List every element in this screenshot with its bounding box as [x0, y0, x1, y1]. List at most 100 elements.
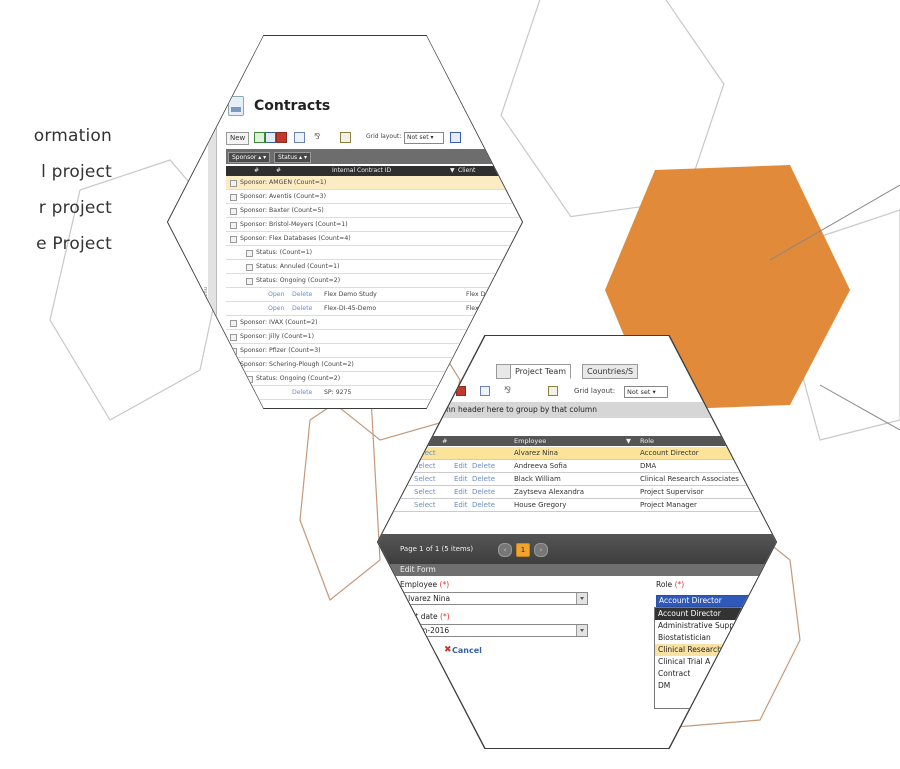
expand-icon[interactable]: [246, 250, 253, 257]
group-row-text: Status: (Count=1): [256, 249, 313, 256]
columns-icon[interactable]: [480, 386, 490, 396]
expand-icon[interactable]: [246, 264, 253, 271]
role-cell: Clinical Research Associates: [640, 475, 739, 483]
table-row[interactable]: Select Alvarez Nina Account Director: [378, 447, 776, 460]
select-link[interactable]: Select: [414, 499, 436, 511]
expand-icon[interactable]: [230, 180, 237, 187]
delete-link[interactable]: Delete: [292, 288, 312, 301]
role-cell: DMA: [640, 462, 657, 470]
table-row[interactable]: Sponsor: AMGEN (Count=1): [226, 176, 522, 190]
delete-link[interactable]: Delete: [292, 302, 312, 315]
table-row[interactable]: Sponsor: Bristol-Meyers (Count=1): [226, 218, 522, 232]
grid-layout-select[interactable]: Not set ▾: [624, 386, 668, 398]
edit-link[interactable]: Edit: [454, 486, 468, 498]
expand-icon[interactable]: [230, 334, 237, 341]
group-chip-sponsor[interactable]: Sponsor ▴ ▾: [228, 152, 271, 163]
grid-layout-label: Grid layout:: [366, 133, 402, 140]
cancel-x-icon[interactable]: ✖: [444, 645, 452, 655]
start-date-field[interactable]: 20-Jun-2016: [400, 624, 588, 637]
table-row[interactable]: Select Edit Delete Andreeva Sofia DMA: [378, 460, 776, 473]
grid-layout-value: Not set: [627, 388, 651, 396]
required-mark: (*): [674, 580, 685, 589]
delete-link[interactable]: Delete: [472, 499, 495, 511]
col-header-number[interactable]: #: [442, 436, 447, 446]
table-row[interactable]: Open Delete Flex Demo Study Flex Databa: [226, 288, 522, 302]
collapse-icon[interactable]: [230, 236, 237, 243]
grid-layout-label: Grid layout:: [574, 387, 616, 395]
table-row[interactable]: Sponsor: Aventis (Count=3): [226, 190, 522, 204]
columns-icon[interactable]: [294, 132, 305, 143]
table-row[interactable]: Select Edit Delete House Gregory Project…: [378, 499, 776, 512]
edit-link[interactable]: Edit: [454, 473, 468, 485]
grid-layout-value: Not set: [407, 134, 429, 141]
cancel-button[interactable]: Cancel: [452, 646, 482, 655]
filter-mark-icon[interactable]: ▼: [450, 166, 455, 176]
grid-layout-select[interactable]: Not set ▾: [404, 132, 444, 144]
open-link[interactable]: Open: [268, 288, 285, 301]
table-row[interactable]: Select Edit Delete Zaytseva Alexandra Pr…: [378, 486, 776, 499]
filter-mark-icon[interactable]: ▼: [626, 436, 631, 446]
export-word-icon[interactable]: [265, 132, 276, 143]
group-row-text: Status: Ongoing (Count=2): [256, 375, 341, 382]
table-row[interactable]: Sponsor: Flex Databases (Count=4): [226, 232, 522, 246]
expand-icon[interactable]: [230, 208, 237, 215]
group-row-text: Status: Annuled (Count=1): [256, 263, 340, 270]
col-header-2[interactable]: #: [276, 166, 281, 176]
collapse-icon[interactable]: [246, 278, 253, 285]
edit-form-title: Edit Form: [378, 564, 776, 576]
chevron-down-icon[interactable]: [576, 593, 587, 604]
pager-page-current[interactable]: 1: [516, 543, 530, 557]
tab-countries-sites[interactable]: Countries/S: [582, 364, 639, 379]
expand-icon[interactable]: [230, 194, 237, 201]
group-chip-status[interactable]: Status ▴ ▾: [274, 152, 311, 163]
col-header-client[interactable]: Client: [458, 166, 475, 176]
save-layout-icon[interactable]: [450, 132, 461, 143]
project-team-table-header: # Employee ▼ Role: [378, 436, 776, 446]
hex-outline-brown-left: [299, 378, 381, 601]
side-text-line-4: e Project: [36, 234, 112, 254]
role-label: Role (*): [656, 580, 684, 589]
col-header-employee[interactable]: Employee: [514, 436, 546, 446]
pager-prev-icon[interactable]: ‹: [498, 543, 512, 557]
select-link[interactable]: Select: [414, 473, 436, 485]
tab-project-team[interactable]: Project Team: [510, 364, 572, 379]
delete-link[interactable]: Delete: [472, 460, 495, 472]
table-row[interactable]: Select Edit Delete Black William Clinica…: [378, 473, 776, 486]
contract-id-cell: SP: 9275: [324, 389, 352, 396]
table-row[interactable]: Status: Annuled (Count=1): [226, 260, 522, 274]
layout-icon[interactable]: [340, 132, 351, 143]
employee-label-text: Employee: [400, 580, 438, 589]
new-button[interactable]: New: [226, 132, 250, 145]
group-by-bar: Sponsor ▴ ▾ Status ▴ ▾: [226, 149, 522, 164]
layout-icon[interactable]: [548, 386, 558, 396]
contract-id-cell: Flex-DI-45-Demo: [324, 305, 377, 312]
edit-link[interactable]: Edit: [454, 499, 468, 511]
filter-icon[interactable]: ⅋: [504, 386, 513, 396]
export-pdf-icon[interactable]: [276, 132, 287, 143]
table-row[interactable]: Status: Ongoing (Count=2): [226, 274, 522, 288]
pager-next-icon[interactable]: ›: [534, 543, 548, 557]
group-chip-status-label: Status: [278, 154, 298, 161]
required-mark: (*): [440, 612, 450, 621]
deco-line-lower: [819, 384, 900, 431]
delete-link[interactable]: Delete: [292, 386, 312, 399]
expand-icon[interactable]: [230, 222, 237, 229]
expand-icon[interactable]: [230, 320, 237, 327]
table-row[interactable]: Sponsor: Baxter (Count=5): [226, 204, 522, 218]
table-row[interactable]: Status: (Count=1): [226, 246, 522, 260]
export-excel-icon[interactable]: [254, 132, 265, 143]
delete-link[interactable]: Delete: [472, 486, 495, 498]
employee-select[interactable]: Alvarez Nina: [400, 592, 588, 605]
employee-cell: Black William: [514, 475, 561, 483]
edit-link[interactable]: Edit: [454, 460, 468, 472]
col-header-role[interactable]: Role: [640, 436, 654, 446]
select-link[interactable]: Select: [414, 486, 436, 498]
required-mark: (*): [439, 580, 450, 589]
pager-summary: Page 1 of 1 (5 items): [400, 545, 474, 553]
calendar-dropdown-icon[interactable]: [576, 625, 587, 636]
open-link[interactable]: Open: [268, 302, 285, 315]
col-header-1[interactable]: #: [254, 166, 259, 176]
filter-icon[interactable]: ⅋: [314, 132, 323, 141]
delete-link[interactable]: Delete: [472, 473, 495, 485]
col-header-contract-id[interactable]: Internal Contract ID: [332, 166, 391, 176]
